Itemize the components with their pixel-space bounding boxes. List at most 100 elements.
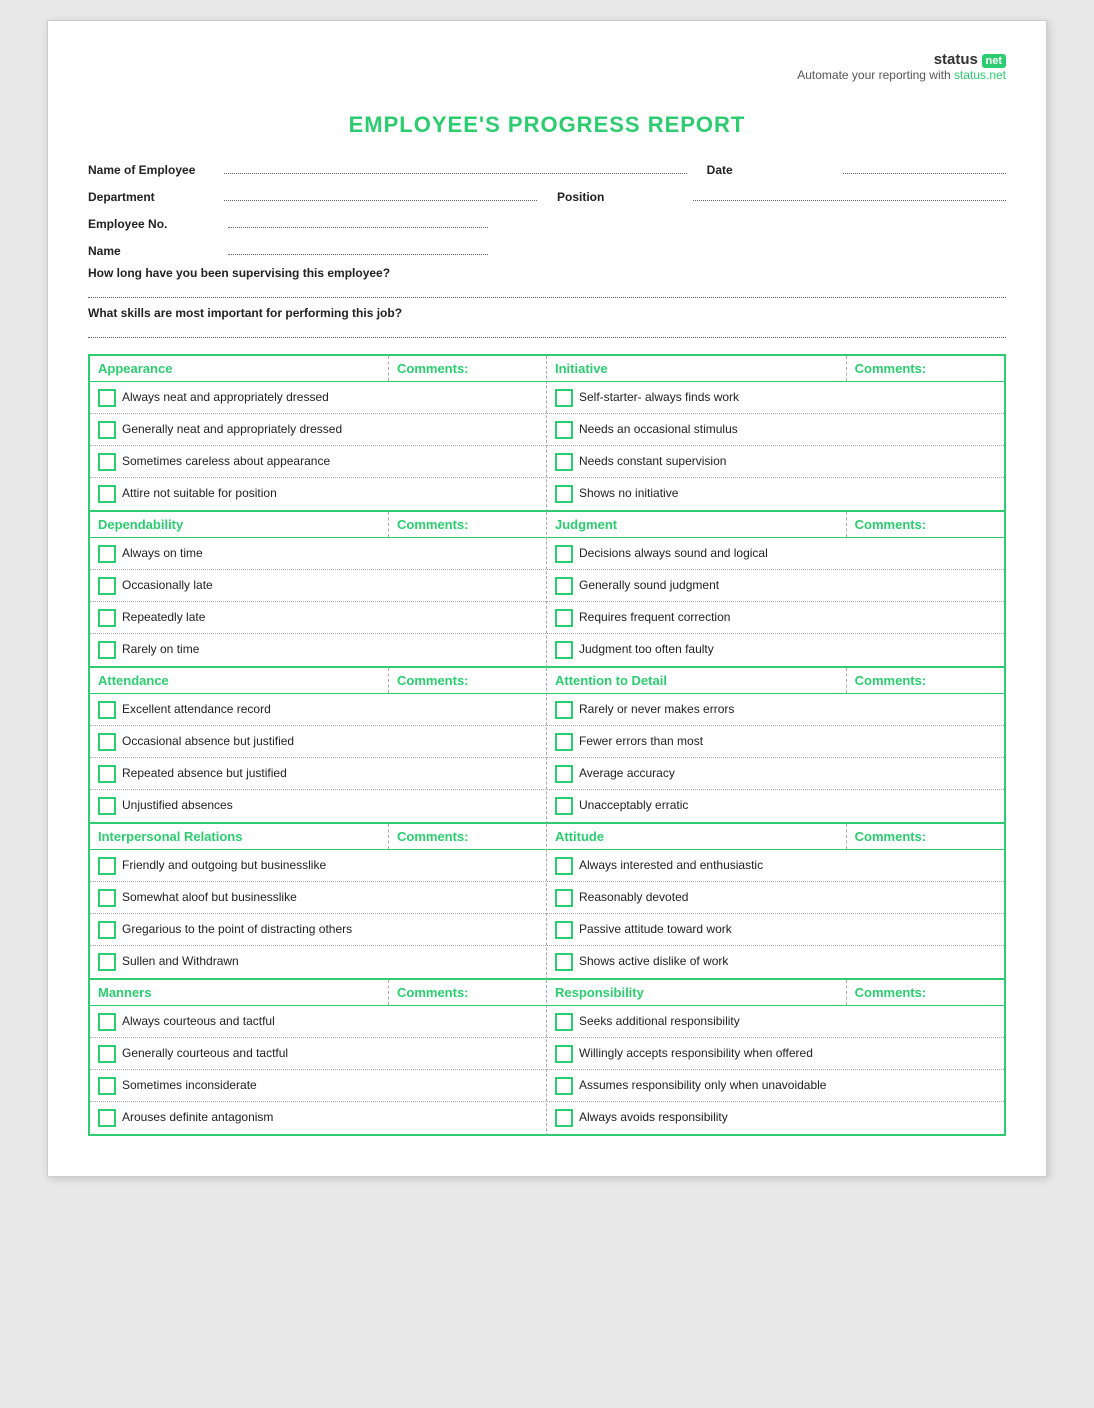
item-text-judgment-3: Judgment too often faulty [579, 642, 714, 658]
section-judgment: JudgmentComments: Decisions always sound … [547, 512, 1004, 668]
checkbox-dependability-3[interactable] [98, 641, 116, 659]
section-items-manners: Always courteous and tactful Generally co… [90, 1006, 546, 1134]
list-item: Average accuracy [547, 758, 1004, 790]
logo-net-badge: net [982, 54, 1007, 68]
section-comments-label-attitude: Comments: [847, 824, 1004, 849]
section-comments-label-attention-to-detail: Comments: [847, 668, 1004, 693]
list-item: Friendly and outgoing but businesslike [90, 850, 546, 882]
item-text-initiative-1: Needs an occasional stimulus [579, 422, 738, 438]
section-header-judgment: JudgmentComments: [547, 512, 1004, 538]
name-label: Name [88, 244, 218, 258]
item-text-appearance-2: Sometimes careless about appearance [122, 454, 330, 470]
checkbox-initiative-0[interactable] [555, 389, 573, 407]
department-field[interactable] [224, 185, 537, 201]
item-text-dependability-3: Rarely on time [122, 642, 199, 658]
section-dependability: DependabilityComments:Always on timeOcca… [90, 512, 547, 668]
checkbox-responsibility-1[interactable] [555, 1045, 573, 1063]
section-comments-label-judgment: Comments: [847, 512, 1004, 537]
checkbox-attention-to-detail-0[interactable] [555, 701, 573, 719]
checkbox-attention-to-detail-2[interactable] [555, 765, 573, 783]
section-title-initiative: Initiative [547, 356, 847, 381]
checkbox-initiative-3[interactable] [555, 485, 573, 503]
checkbox-responsibility-2[interactable] [555, 1077, 573, 1095]
item-text-manners-0: Always courteous and tactful [122, 1014, 275, 1030]
list-item: Seeks additional responsibility [547, 1006, 1004, 1038]
item-text-judgment-0: Decisions always sound and logical [579, 546, 768, 562]
question1-field[interactable] [88, 282, 1006, 298]
section-title-responsibility: Responsibility [547, 980, 847, 1005]
status-net-link[interactable]: status.net [954, 68, 1006, 82]
checkbox-appearance-1[interactable] [98, 421, 116, 439]
position-field[interactable] [693, 185, 1006, 201]
checkbox-attention-to-detail-3[interactable] [555, 797, 573, 815]
section-responsibility: ResponsibilityComments:Seeks additional … [547, 980, 1004, 1136]
checkbox-judgment-0[interactable] [555, 545, 573, 563]
checkbox-judgment-3[interactable] [555, 641, 573, 659]
question2-field[interactable] [88, 322, 1006, 338]
section-items-dependability: Always on timeOccasionally lateRepeatedl… [90, 538, 546, 666]
section-comments-label-responsibility: Comments: [847, 980, 1004, 1005]
section-comments-label-attendance: Comments: [389, 668, 546, 693]
date-label: Date [707, 163, 837, 177]
checkbox-dependability-2[interactable] [98, 609, 116, 627]
row-dept-position: Department Position [88, 185, 1006, 204]
section-header-dependability: DependabilityComments: [90, 512, 546, 538]
checkbox-responsibility-0[interactable] [555, 1013, 573, 1031]
list-item: Generally courteous and tactful [90, 1038, 546, 1070]
checkbox-judgment-1[interactable] [555, 577, 573, 595]
department-label: Department [88, 190, 218, 204]
checkbox-attention-to-detail-1[interactable] [555, 733, 573, 751]
checkbox-initiative-2[interactable] [555, 453, 573, 471]
automate-text: Automate your reporting with status.net [88, 68, 1006, 82]
name-of-employee-field[interactable] [224, 158, 687, 174]
checkbox-appearance-2[interactable] [98, 453, 116, 471]
checkbox-manners-0[interactable] [98, 1013, 116, 1031]
section-items-initiative: Self-starter- always finds workNeeds an … [547, 382, 1004, 510]
checkbox-judgment-2[interactable] [555, 609, 573, 627]
checkbox-appearance-3[interactable] [98, 485, 116, 503]
checkbox-interpersonal-relations-0[interactable] [98, 857, 116, 875]
employee-no-field[interactable] [228, 212, 488, 228]
item-text-attention-to-detail-2: Average accuracy [579, 766, 675, 782]
checkbox-manners-3[interactable] [98, 1109, 116, 1127]
checkbox-attendance-3[interactable] [98, 797, 116, 815]
checkbox-interpersonal-relations-1[interactable] [98, 889, 116, 907]
checkbox-attendance-2[interactable] [98, 765, 116, 783]
page-container: status net Automate your reporting with … [47, 20, 1047, 1177]
checkbox-attendance-1[interactable] [98, 733, 116, 751]
section-comments-label-interpersonal-relations: Comments: [389, 824, 546, 849]
checkbox-attitude-2[interactable] [555, 921, 573, 939]
list-item: Gregarious to the point of distracting o… [90, 914, 546, 946]
list-item: Always avoids responsibility [547, 1102, 1004, 1134]
list-item: Repeatedly late [90, 602, 546, 634]
logo-status-text: status [934, 51, 978, 68]
checkbox-attendance-0[interactable] [98, 701, 116, 719]
checkbox-manners-2[interactable] [98, 1077, 116, 1095]
checkbox-attitude-0[interactable] [555, 857, 573, 875]
item-text-manners-1: Generally courteous and tactful [122, 1046, 288, 1062]
checkbox-attitude-3[interactable] [555, 953, 573, 971]
list-item: Always interested and enthusiastic [547, 850, 1004, 882]
checkbox-responsibility-3[interactable] [555, 1109, 573, 1127]
section-title-attention-to-detail: Attention to Detail [547, 668, 847, 693]
list-item: Attire not suitable for position [90, 478, 546, 510]
checkbox-manners-1[interactable] [98, 1045, 116, 1063]
item-text-attention-to-detail-0: Rarely or never makes errors [579, 702, 734, 718]
checkbox-interpersonal-relations-3[interactable] [98, 953, 116, 971]
list-item: Excellent attendance record [90, 694, 546, 726]
checkbox-appearance-0[interactable] [98, 389, 116, 407]
row-name-date: Name of Employee Date [88, 158, 1006, 177]
checkbox-dependability-1[interactable] [98, 577, 116, 595]
date-field[interactable] [843, 158, 1006, 174]
checkbox-attitude-1[interactable] [555, 889, 573, 907]
list-item: Needs an occasional stimulus [547, 414, 1004, 446]
list-item: Sometimes inconsiderate [90, 1070, 546, 1102]
section-title-interpersonal-relations: Interpersonal Relations [90, 824, 389, 849]
name-field[interactable] [228, 239, 488, 255]
header-logo: status net Automate your reporting with … [88, 51, 1006, 82]
item-text-attitude-1: Reasonably devoted [579, 890, 688, 906]
checkbox-initiative-1[interactable] [555, 421, 573, 439]
checkbox-dependability-0[interactable] [98, 545, 116, 563]
checkbox-interpersonal-relations-2[interactable] [98, 921, 116, 939]
item-text-dependability-2: Repeatedly late [122, 610, 205, 626]
